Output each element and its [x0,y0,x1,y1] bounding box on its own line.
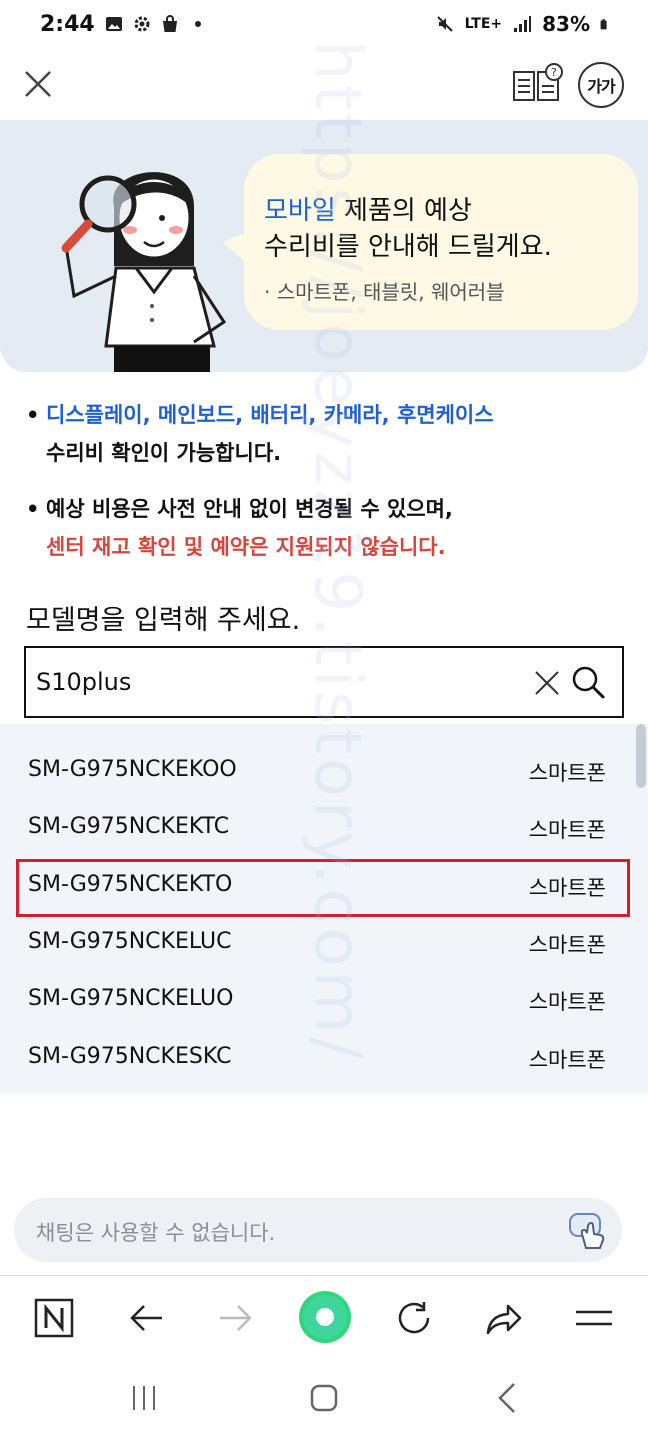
dot-icon [195,21,201,27]
notice-1-line2: 수리비 확인이 가능합니다. [46,441,282,465]
recents-icon[interactable] [124,1378,164,1418]
hero-banner: 모바일 제품의 예상 수리비를 안내해 드릴게요. · 스마트폰, 태블릿, 웨… [0,120,648,372]
result-model: SM-G975NCKESKC [28,1044,232,1069]
hero-line2: 수리비를 안내해 드릴게요. [264,232,552,262]
divider [0,1275,648,1276]
search-value[interactable]: S10plus [36,668,131,696]
naver-icon[interactable] [30,1294,78,1342]
status-bar: 2:44 LTE+ 83% [0,0,648,54]
result-row[interactable]: SM-G975NCKELUC 스마트폰 [0,914,648,971]
result-category: 스마트폰 [528,1048,606,1072]
result-category: 스마트폰 [528,876,606,900]
result-row[interactable]: SM-G975NCKESKC 스마트폰 [0,1029,648,1086]
font-size-label: 가가 [587,77,615,96]
svg-text:?: ? [551,66,557,79]
status-time: 2:44 [40,12,95,37]
result-row[interactable]: SM-G975NCKEKTC 스마트폰 [0,799,648,856]
highlight-text: 모바일 [264,196,336,226]
home-orb-icon[interactable] [298,1290,352,1344]
font-size-button[interactable]: 가가 [578,62,624,108]
result-row[interactable]: SM-G975NCKELUO 스마트폰 [0,971,648,1028]
result-category: 스마트폰 [528,761,606,785]
forward-arrow-icon [220,1305,252,1331]
settings-icon [134,16,150,32]
network-label: LTE+ [464,16,503,32]
result-category: 스마트폰 [528,818,606,842]
search-icon[interactable] [570,664,606,700]
guide-book-icon[interactable]: ? [510,62,564,106]
battery-label: 83% [542,12,590,36]
refresh-icon[interactable] [390,1294,438,1342]
hero-line1: 제품의 예상 [335,196,472,226]
touch-hand-icon[interactable] [566,1208,610,1252]
bag-icon [163,15,177,32]
gallery-icon [106,17,122,31]
result-model: SM-G975NCKEKOO [28,757,237,782]
chat-placeholder: 채팅은 사용할 수 없습니다. [36,1221,276,1245]
result-model: SM-G975NCKEKTO [28,872,233,897]
result-row-selected[interactable]: SM-G975NCKEKTO 스마트폰 [0,857,648,917]
result-category: 스마트폰 [528,990,606,1014]
signal-icon [514,16,532,32]
mute-icon [436,16,453,32]
home-icon[interactable] [304,1378,344,1418]
chat-input[interactable]: 채팅은 사용할 수 없습니다. [14,1198,622,1262]
model-prompt: 모델명을 입력해 주세요. [26,605,301,636]
speech-bubble: 모바일 제품의 예상 수리비를 안내해 드릴게요. · 스마트폰, 태블릿, 웨… [244,154,638,330]
menu-icon[interactable] [570,1294,618,1342]
notice-2-line1: 예상 비용은 사전 안내 없이 변경될 수 있으며, [46,497,453,521]
browser-toolbar [0,1278,648,1360]
share-icon[interactable] [480,1294,528,1342]
battery-icon [600,19,607,30]
result-row[interactable]: SM-G975NCKEKOO 스마트폰 [0,742,648,799]
results-scrollbar[interactable] [636,724,646,788]
top-bar: ? 가가 [0,54,648,118]
system-nav-bar [0,1360,648,1440]
back-arrow-icon[interactable] [122,1294,170,1342]
result-model: SM-G975NCKELUO [28,986,234,1011]
result-model: SM-G975NCKELUC [28,929,232,954]
hero-line3: · 스마트폰, 태블릿, 웨어러블 [264,280,505,304]
clear-icon[interactable] [532,668,562,698]
search-input[interactable]: S10plus [24,646,624,718]
back-icon[interactable] [488,1378,528,1418]
result-model: SM-G975NCKEKTC [28,814,230,839]
result-category: 스마트폰 [528,933,606,957]
close-icon[interactable] [20,66,56,102]
notice-2-line2: 센터 재고 확인 및 예약은 지원되지 않습니다. [46,535,446,559]
notice-1-line1: 디스플레이, 메인보드, 배터리, 카메라, 후면케이스 [46,403,494,427]
